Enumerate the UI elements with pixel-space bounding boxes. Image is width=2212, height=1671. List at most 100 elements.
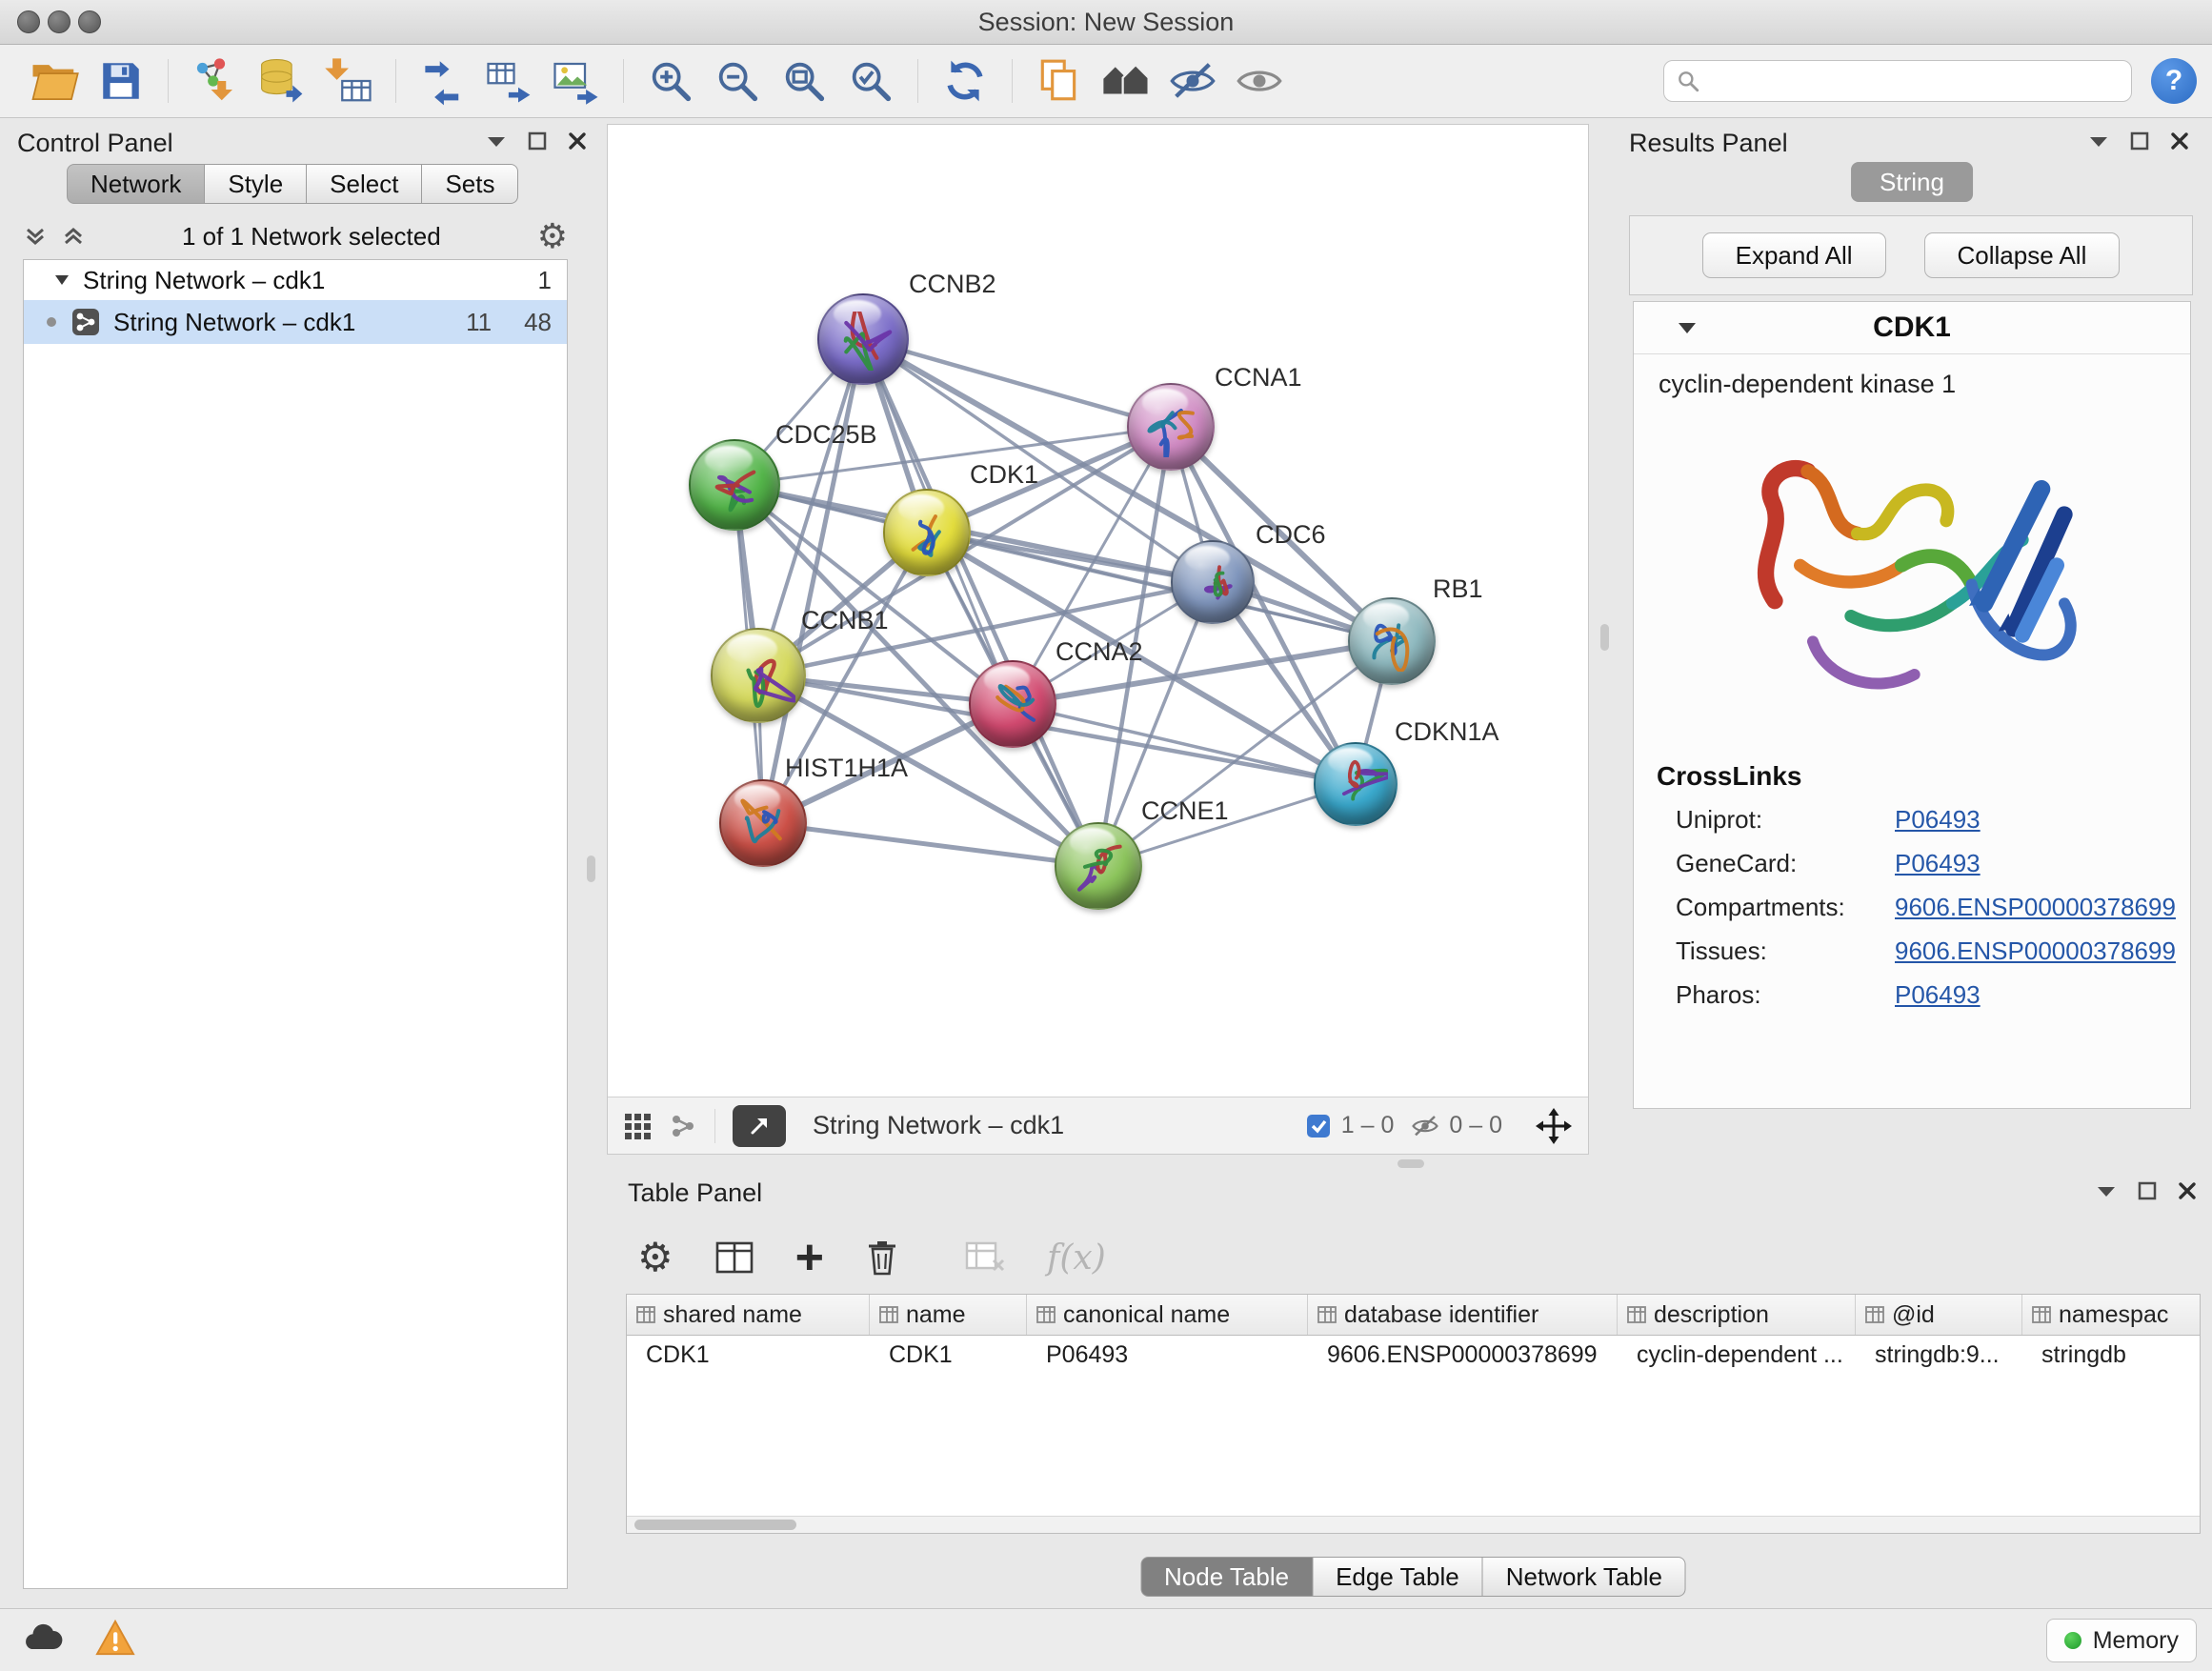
tab-network[interactable]: Network	[67, 164, 205, 204]
table-horizontal-scrollbar[interactable]	[627, 1516, 2200, 1533]
zoom-fit-button[interactable]	[771, 50, 837, 111]
network-node-cdc25b[interactable]	[689, 439, 780, 531]
collapse-protein-icon[interactable]	[1678, 322, 1697, 334]
right-splitter-handle[interactable]	[1600, 624, 1609, 651]
memory-button[interactable]: Memory	[2046, 1619, 2197, 1662]
column-header-database-identifier[interactable]: database identifier	[1308, 1295, 1618, 1335]
search-field[interactable]	[1663, 60, 2132, 102]
network-node-rb1[interactable]	[1348, 597, 1436, 685]
close-panel-icon[interactable]	[568, 131, 587, 151]
documents-button[interactable]	[1026, 50, 1093, 111]
network-node-ccnb2[interactable]	[817, 293, 909, 385]
network-edge[interactable]	[863, 339, 1392, 641]
tab-sets[interactable]: Sets	[422, 164, 518, 204]
network-node-cdkn1a[interactable]	[1314, 742, 1398, 826]
network-edge[interactable]	[1013, 704, 1356, 784]
table-cell[interactable]: 9606.ENSP00000378699	[1308, 1336, 1618, 1374]
show-columns-icon[interactable]	[715, 1241, 754, 1274]
pan-crosshair-icon[interactable]	[1535, 1107, 1573, 1145]
network-node-cdc6[interactable]	[1171, 540, 1255, 624]
crosslink-link[interactable]: P06493	[1895, 980, 1981, 1010]
collapse-panel-icon[interactable]	[2096, 1184, 2117, 1198]
table-cell[interactable]: CDK1	[627, 1336, 870, 1374]
tab-select[interactable]: Select	[307, 164, 422, 204]
close-panel-icon[interactable]	[2178, 1181, 2197, 1200]
network-edge[interactable]	[763, 823, 1098, 866]
crosslink-link[interactable]: 9606.ENSP00000378699	[1895, 893, 2176, 922]
network-options-gear-icon[interactable]: ⚙	[537, 219, 568, 253]
collapse-all-networks-icon[interactable]	[23, 224, 48, 249]
import-table-from-file-button[interactable]	[315, 50, 382, 111]
import-network-from-database-button[interactable]	[249, 50, 315, 111]
network-node-ccna2[interactable]	[969, 660, 1056, 748]
search-input[interactable]	[1710, 67, 2120, 96]
table-options-gear-icon[interactable]: ⚙	[637, 1238, 674, 1278]
collapse-panel-icon[interactable]	[486, 134, 507, 148]
network-row[interactable]: String Network – cdk1 11 48	[24, 300, 567, 344]
table-cell[interactable]: CDK1	[870, 1336, 1027, 1374]
column-header-name[interactable]: name	[870, 1295, 1027, 1335]
tab-node-table[interactable]: Node Table	[1140, 1557, 1313, 1597]
export-table-button[interactable]	[476, 50, 543, 111]
crosslink-link[interactable]: 9606.ENSP00000378699	[1895, 936, 2176, 966]
float-panel-icon[interactable]	[2130, 131, 2149, 151]
network-edge[interactable]	[763, 339, 863, 823]
column-header-shared-name[interactable]: shared name	[627, 1295, 870, 1335]
float-panel-icon[interactable]	[2138, 1181, 2157, 1200]
column-header-description[interactable]: description	[1618, 1295, 1856, 1335]
network-node-cdk1[interactable]	[883, 489, 971, 576]
collapse-panel-icon[interactable]	[2088, 134, 2109, 148]
disclosure-triangle-icon[interactable]	[54, 274, 70, 286]
zoom-selected-button[interactable]	[837, 50, 904, 111]
network-node-hist1h1a[interactable]	[719, 779, 807, 867]
apply-preferred-layout-button[interactable]	[932, 50, 998, 111]
expand-all-networks-icon[interactable]	[61, 224, 86, 249]
open-in-new-button[interactable]	[733, 1105, 786, 1147]
crosslink-link[interactable]: P06493	[1895, 805, 1981, 835]
open-session-button[interactable]	[21, 50, 88, 111]
scrollbar-thumb[interactable]	[634, 1520, 796, 1530]
hidden-eye-slash-icon[interactable]	[1411, 1112, 1439, 1140]
home-button[interactable]	[1093, 50, 1159, 111]
grid-view-icon[interactable]	[623, 1112, 652, 1140]
delete-column-icon[interactable]	[866, 1239, 898, 1276]
hide-selected-button[interactable]	[1159, 50, 1226, 111]
table-row[interactable]: CDK1CDK1P064939606.ENSP00000378699cyclin…	[627, 1336, 2200, 1374]
network-arrows-button[interactable]	[410, 50, 476, 111]
share-network-icon[interactable]	[669, 1112, 697, 1140]
network-collection-row[interactable]: String Network – cdk1 1	[24, 260, 567, 300]
column-header--id[interactable]: @id	[1856, 1295, 2022, 1335]
show-all-button[interactable]	[1226, 50, 1293, 111]
column-header-canonical-name[interactable]: canonical name	[1027, 1295, 1308, 1335]
warning-icon[interactable]	[95, 1619, 135, 1657]
network-canvas[interactable]: CCNB2CCNA1CDC25BCDK1CDC6RB1CCNB1CCNA2CDK…	[608, 125, 1588, 1097]
table-cell[interactable]: P06493	[1027, 1336, 1308, 1374]
float-panel-icon[interactable]	[528, 131, 547, 151]
tab-network-table[interactable]: Network Table	[1483, 1557, 1686, 1597]
crosslink-link[interactable]: P06493	[1895, 849, 1981, 878]
add-column-icon[interactable]: +	[795, 1233, 824, 1282]
table-cell[interactable]: stringdb	[2022, 1336, 2201, 1374]
export-image-button[interactable]	[543, 50, 610, 111]
cloud-icon[interactable]	[21, 1621, 65, 1655]
table-cell[interactable]: cyclin-dependent ...	[1618, 1336, 1856, 1374]
tab-style[interactable]: Style	[205, 164, 307, 204]
network-edge[interactable]	[863, 339, 1098, 866]
zoom-in-button[interactable]	[637, 50, 704, 111]
network-node-ccna1[interactable]	[1127, 383, 1215, 471]
close-panel-icon[interactable]	[2170, 131, 2189, 151]
table-cell[interactable]: stringdb:9...	[1856, 1336, 2022, 1374]
column-header-namespac[interactable]: namespac	[2022, 1295, 2201, 1335]
collapse-all-button[interactable]: Collapse All	[1924, 232, 2121, 278]
expand-all-button[interactable]: Expand All	[1702, 232, 1886, 278]
save-session-button[interactable]	[88, 50, 154, 111]
tab-string[interactable]: String	[1851, 162, 1973, 202]
network-edge[interactable]	[863, 339, 1171, 427]
network-node-ccne1[interactable]	[1055, 822, 1142, 910]
zoom-out-button[interactable]	[704, 50, 771, 111]
tab-edge-table[interactable]: Edge Table	[1313, 1557, 1483, 1597]
help-button[interactable]: ?	[2151, 58, 2197, 104]
left-splitter-handle[interactable]	[587, 856, 595, 882]
selected-checkbox-icon[interactable]	[1305, 1113, 1332, 1139]
network-node-ccnb1[interactable]	[711, 628, 806, 723]
